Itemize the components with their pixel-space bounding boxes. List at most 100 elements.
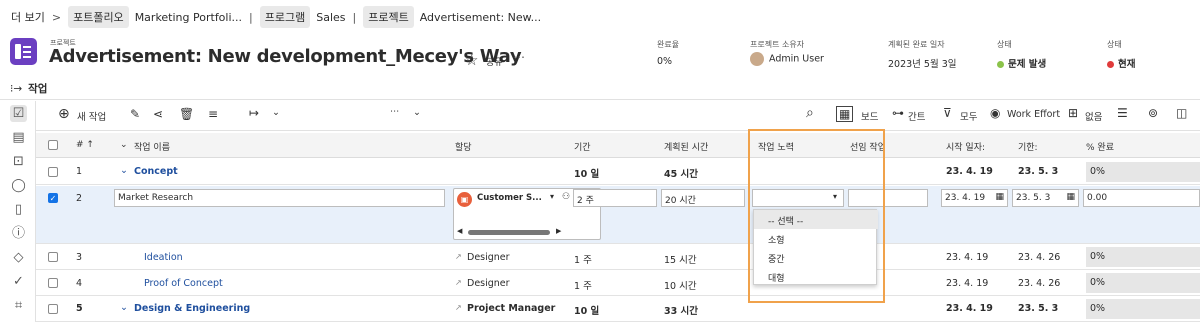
share-icon[interactable]: ⋖	[153, 107, 163, 121]
search-icon[interactable]: ⌕	[806, 105, 814, 121]
file-icon[interactable]: ▯	[10, 201, 27, 218]
meta-condition[interactable]: 문제 발생	[997, 56, 1046, 70]
breadcrumb-program-link[interactable]: Sales	[316, 11, 345, 24]
meta-label-condition: 상태	[997, 40, 1012, 49]
gantt-view-button[interactable]: 간트	[908, 109, 925, 123]
assignee-name: Customer S...	[477, 193, 542, 203]
breadcrumb-project-link[interactable]: Advertisement: New...	[420, 11, 541, 24]
col-assign[interactable]: 할당	[455, 140, 472, 153]
move-icon[interactable]: ↦	[249, 106, 259, 120]
people-icon[interactable]: ⚇	[562, 192, 570, 202]
new-task-button[interactable]: 새 작업	[77, 109, 106, 123]
meta-status[interactable]: 현재	[1107, 56, 1135, 70]
breadcrumb-portfolio-link[interactable]: Marketing Portfoli...	[135, 11, 242, 24]
meta-owner[interactable]: Admin User	[750, 52, 824, 66]
role-icon: ↗	[455, 252, 462, 261]
task-assignee[interactable]: Designer	[467, 278, 510, 289]
settings-icon[interactable]: ⊚	[1148, 106, 1158, 120]
pct-complete-input[interactable]: 0.00	[1083, 189, 1200, 207]
scroll-right-icon[interactable]: ▶	[556, 227, 561, 235]
row-checkbox[interactable]	[48, 252, 58, 262]
table-row[interactable]: 1 ⌄ Concept 10 일 45 시간 23. 4. 19 23. 5. …	[36, 159, 1200, 185]
select-all-checkbox[interactable]	[48, 140, 58, 150]
chevron-down-icon[interactable]: ⌄	[120, 302, 128, 313]
task-start: 23. 4. 19	[946, 278, 989, 289]
task-name[interactable]: Proof of Concept	[144, 278, 223, 289]
duration-input[interactable]: 2 주	[573, 189, 657, 207]
star-icon[interactable]: ☆	[465, 51, 478, 69]
view-button[interactable]: Work Effort	[1007, 109, 1060, 120]
table-row[interactable]: 3 Ideation ↗ Designer 1 주 15 시간 23. 4. 1…	[36, 245, 1200, 270]
frame-icon[interactable]: ⌗	[10, 297, 27, 314]
pencil-icon[interactable]: ✎	[130, 107, 140, 121]
row-checkbox[interactable]	[48, 167, 58, 177]
left-sidebar: ☑ ▤ ⊡ ◯ ▯ ⓘ ◇ ✓ ⌗	[0, 101, 36, 322]
scrollbar-thumb[interactable]	[468, 230, 550, 235]
row-checkbox[interactable]	[48, 278, 58, 288]
avatar	[750, 52, 764, 66]
task-hours: 45 시간	[664, 169, 699, 180]
table-row[interactable]: 4 Proof of Concept ↗ Designer 1 주 10 시간 …	[36, 271, 1200, 296]
table-row[interactable]: 5 ⌄ Design & Engineering ↗ Project Manag…	[36, 297, 1200, 322]
check-circle-icon[interactable]: ✓	[10, 273, 27, 290]
start-date-input[interactable]: 23. 4. 19 ▦	[941, 189, 1008, 207]
tab-tasks[interactable]: ⁝→ 작업	[10, 81, 47, 96]
gantt-icon[interactable]: ⊶	[892, 106, 904, 120]
risk-icon[interactable]: ◇	[10, 249, 27, 266]
table-row-editing[interactable]: ✓ 2 Market Research ▣ Customer S... ▾ ⚇ …	[36, 186, 1200, 244]
task-name[interactable]: Ideation	[144, 252, 183, 263]
chevron-down-icon[interactable]: ⌄	[272, 107, 280, 118]
eye-icon[interactable]: ◉	[990, 106, 1000, 120]
panel-icon[interactable]: ◫	[1176, 106, 1187, 120]
clipboard-check-icon[interactable]: ☑	[10, 105, 27, 122]
trash-icon[interactable]: 🗑	[179, 107, 194, 121]
chevron-down-icon[interactable]: ⌄	[120, 140, 128, 150]
document-icon[interactable]: ▤	[10, 129, 27, 146]
issue-icon[interactable]: ⓘ	[10, 225, 27, 242]
task-assignee[interactable]: Designer	[467, 252, 510, 263]
row-checkbox[interactable]	[48, 304, 58, 314]
board-icon[interactable]: ▦	[836, 106, 854, 122]
filter-button[interactable]: 모두	[960, 109, 977, 123]
chevron-down-icon[interactable]: ▾	[550, 192, 554, 201]
col-due[interactable]: 기한:	[1018, 140, 1038, 153]
col-pct[interactable]: % 완료	[1086, 140, 1114, 153]
grouping-button[interactable]: 없음	[1085, 109, 1102, 123]
approvals-icon[interactable]: ⊡	[10, 153, 27, 170]
row-number: 1	[76, 166, 83, 177]
breadcrumb-more[interactable]: 더 보기	[11, 9, 45, 25]
list-icon[interactable]: ☰	[1117, 106, 1128, 120]
grouping-icon[interactable]: ⊞	[1068, 106, 1078, 120]
col-duration[interactable]: 기간	[574, 140, 591, 153]
highlight-frame	[748, 129, 885, 303]
meta-value-status: 현재	[1118, 59, 1136, 70]
task-pct: 0%	[1086, 247, 1200, 267]
col-planned-hours[interactable]: 계획된 시간	[664, 140, 708, 153]
filter-icon[interactable]: ⊽	[943, 106, 952, 120]
comment-icon[interactable]: ◯	[10, 177, 27, 194]
task-duration: 1 주	[574, 255, 592, 266]
planned-hours-input[interactable]: 20 시간	[661, 189, 745, 207]
due-date-input[interactable]: 23. 5. 3 ▦	[1012, 189, 1079, 207]
task-assignee[interactable]: Project Manager	[467, 303, 555, 314]
col-name[interactable]: 작업 이름	[134, 140, 170, 153]
scroll-left-icon[interactable]: ◀	[457, 227, 462, 235]
chevron-down-icon[interactable]: ⌄	[413, 107, 421, 118]
row-checkbox[interactable]: ✓	[48, 193, 58, 203]
task-duration: 1 주	[574, 281, 592, 292]
task-name[interactable]: Concept	[134, 166, 178, 177]
task-name-input[interactable]: Market Research	[114, 189, 445, 207]
more-toolbar-button[interactable]: ⋯	[390, 106, 400, 117]
plus-circle-icon[interactable]: ⊕	[58, 106, 70, 122]
col-num[interactable]: # ↑	[76, 140, 94, 150]
task-start: 23. 4. 19	[946, 166, 993, 177]
more-options-button[interactable]: ⋯	[513, 50, 526, 64]
task-name[interactable]: Design & Engineering	[134, 303, 250, 314]
col-start[interactable]: 시작 일자:	[946, 140, 985, 153]
indent-icon[interactable]: ≡	[208, 107, 218, 121]
calendar-icon[interactable]: ▦	[1066, 192, 1075, 202]
share-button[interactable]: 공유	[486, 55, 503, 68]
board-view-button[interactable]: 보드	[861, 109, 878, 123]
calendar-icon[interactable]: ▦	[995, 192, 1004, 202]
chevron-down-icon[interactable]: ⌄	[120, 165, 128, 176]
